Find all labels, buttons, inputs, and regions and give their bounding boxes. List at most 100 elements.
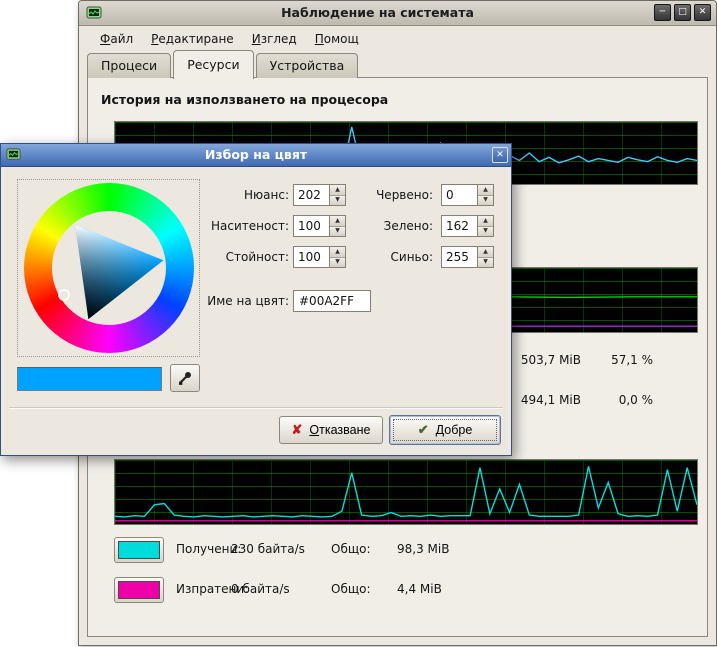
green-spinbox[interactable]: 162 ▲▼ bbox=[441, 215, 494, 237]
green-step-up-icon[interactable]: ▲ bbox=[478, 216, 493, 227]
value-step-up-icon[interactable]: ▲ bbox=[330, 247, 345, 258]
sent-total: 4,4 MiB bbox=[397, 582, 442, 596]
green-steppers: ▲▼ bbox=[477, 216, 493, 236]
menu-view[interactable]: Изглед bbox=[243, 28, 306, 50]
color-name-input[interactable]: #00A2FF bbox=[293, 290, 371, 312]
swap-used-percent: 0,0 % bbox=[575, 393, 653, 407]
cpu-history-title: История на използването на процесора bbox=[101, 92, 388, 107]
sv-triangle-svg[interactable] bbox=[24, 183, 194, 353]
tab-processes[interactable]: Процеси bbox=[87, 53, 171, 78]
eyedropper-button[interactable] bbox=[170, 364, 200, 392]
saturation-step-up-icon[interactable]: ▲ bbox=[330, 216, 345, 227]
menubar: Файл Редактиране Изглед Помощ bbox=[81, 26, 714, 51]
window-controls: ─ □ ✕ bbox=[654, 4, 711, 21]
desktop: Наблюдение на системата ─ □ ✕ Файл Редак… bbox=[0, 0, 717, 647]
dialog-close-button[interactable]: ✕ bbox=[492, 147, 508, 163]
green-label: Зелено: bbox=[351, 219, 433, 233]
tab-bar: Процеси Ресурси Устройства bbox=[87, 53, 360, 78]
blue-step-down-icon[interactable]: ▼ bbox=[478, 258, 493, 268]
menu-view-rest: зглед bbox=[261, 32, 297, 46]
sv-triangle-black-overlay bbox=[75, 225, 163, 319]
system-monitor-app-icon bbox=[86, 5, 102, 21]
menu-file-mnemonic: Ф bbox=[100, 32, 110, 46]
value-step-down-icon[interactable]: ▼ bbox=[330, 258, 345, 268]
ok-mnemonic: Д bbox=[436, 423, 445, 437]
network-history-chart bbox=[114, 459, 698, 525]
sent-rate: 0 байта/s bbox=[231, 582, 290, 596]
blue-spinbox[interactable]: 255 ▲▼ bbox=[441, 246, 494, 268]
menu-file[interactable]: Файл bbox=[91, 28, 142, 50]
network-sent-row: Изпратени: 0 байта/s Общо: 4,4 MiB bbox=[114, 577, 534, 603]
hue-step-up-icon[interactable]: ▲ bbox=[330, 185, 345, 196]
network-received-row: Получени: 230 байта/s Общо: 98,3 MiB bbox=[114, 537, 534, 563]
received-rate: 230 байта/s bbox=[231, 542, 305, 556]
cancel-button-label: Отказване bbox=[309, 423, 370, 437]
hue-steppers: ▲▼ bbox=[329, 185, 345, 205]
maximize-button[interactable]: □ bbox=[674, 4, 691, 21]
cancel-mnemonic: О bbox=[309, 423, 319, 437]
ok-button-label: Добре bbox=[436, 423, 473, 437]
red-steppers: ▲▼ bbox=[477, 185, 493, 205]
color-name-label: Име на цвят: bbox=[191, 294, 289, 308]
green-value[interactable]: 162 bbox=[446, 219, 469, 233]
close-button[interactable]: ✕ bbox=[694, 4, 711, 21]
main-titlebar[interactable]: Наблюдение на системата ─ □ ✕ bbox=[79, 1, 716, 26]
cancel-x-icon: ✘ bbox=[292, 422, 303, 438]
blue-value[interactable]: 255 bbox=[446, 250, 469, 264]
window-title: Наблюдение на системата bbox=[109, 5, 646, 20]
color-selector-marker[interactable] bbox=[59, 290, 69, 300]
menu-help-mnemonic: П bbox=[315, 32, 324, 46]
menu-help[interactable]: Помощ bbox=[306, 28, 368, 50]
menu-view-mnemonic: И bbox=[252, 32, 261, 46]
minimize-button[interactable]: ─ bbox=[654, 4, 671, 21]
hue-spinbox[interactable]: 202 ▲▼ bbox=[293, 184, 346, 206]
red-label: Червено: bbox=[351, 188, 433, 202]
red-value[interactable]: 0 bbox=[446, 188, 454, 202]
received-color-button[interactable] bbox=[114, 537, 164, 563]
color-picker-dialog: Избор на цвят ✕ bbox=[0, 143, 512, 456]
value-spinbox[interactable]: 100 ▲▼ bbox=[293, 246, 346, 268]
action-area-separator bbox=[9, 407, 503, 409]
menu-edit[interactable]: Редактиране bbox=[142, 28, 243, 50]
menu-file-rest: айл bbox=[110, 32, 133, 46]
dialog-title: Избор на цвят bbox=[27, 147, 485, 162]
eyedropper-icon bbox=[177, 370, 193, 386]
cancel-rest: тказване bbox=[319, 423, 370, 437]
menu-edit-rest: едактиране bbox=[158, 32, 233, 46]
red-step-down-icon[interactable]: ▼ bbox=[478, 196, 493, 206]
saturation-value[interactable]: 100 bbox=[298, 219, 321, 233]
hue-value[interactable]: 202 bbox=[298, 188, 321, 202]
saturation-steppers: ▲▼ bbox=[329, 216, 345, 236]
received-total-label: Общо: bbox=[331, 542, 371, 556]
blue-steppers: ▲▼ bbox=[477, 247, 493, 267]
saturation-step-down-icon[interactable]: ▼ bbox=[330, 227, 345, 237]
green-step-down-icon[interactable]: ▼ bbox=[478, 227, 493, 237]
value-steppers: ▲▼ bbox=[329, 247, 345, 267]
sent-color-swatch bbox=[118, 581, 160, 599]
hue-step-down-icon[interactable]: ▼ bbox=[330, 196, 345, 206]
hsv-wheel-frame bbox=[17, 179, 200, 357]
value-value[interactable]: 100 bbox=[298, 250, 321, 264]
hue-saturation-wheel[interactable] bbox=[24, 183, 194, 353]
dialog-app-icon bbox=[6, 147, 21, 162]
sent-total-label: Общо: bbox=[331, 582, 371, 596]
menu-help-rest: омощ bbox=[324, 32, 359, 46]
ok-rest: обре bbox=[444, 423, 472, 437]
selected-color-preview bbox=[17, 367, 162, 391]
ok-button[interactable]: ✔ Добре bbox=[389, 415, 501, 445]
cancel-button[interactable]: ✘ Отказване bbox=[279, 416, 383, 444]
red-spinbox[interactable]: 0 ▲▼ bbox=[441, 184, 494, 206]
dialog-titlebar[interactable]: Избор на цвят ✕ bbox=[1, 144, 511, 167]
value-label: Стойност: bbox=[200, 250, 289, 264]
blue-label: Синьо: bbox=[351, 250, 433, 264]
tab-resources[interactable]: Ресурси bbox=[173, 50, 253, 79]
blue-step-up-icon[interactable]: ▲ bbox=[478, 247, 493, 258]
hue-label: Нюанс: bbox=[200, 188, 289, 202]
sent-color-button[interactable] bbox=[114, 577, 164, 603]
saturation-label: Наситеност: bbox=[200, 219, 289, 233]
tab-devices[interactable]: Устройства bbox=[256, 53, 359, 78]
saturation-spinbox[interactable]: 100 ▲▼ bbox=[293, 215, 346, 237]
memory-used-percent: 57,1 % bbox=[575, 353, 653, 367]
received-color-swatch bbox=[118, 541, 160, 559]
red-step-up-icon[interactable]: ▲ bbox=[478, 185, 493, 196]
